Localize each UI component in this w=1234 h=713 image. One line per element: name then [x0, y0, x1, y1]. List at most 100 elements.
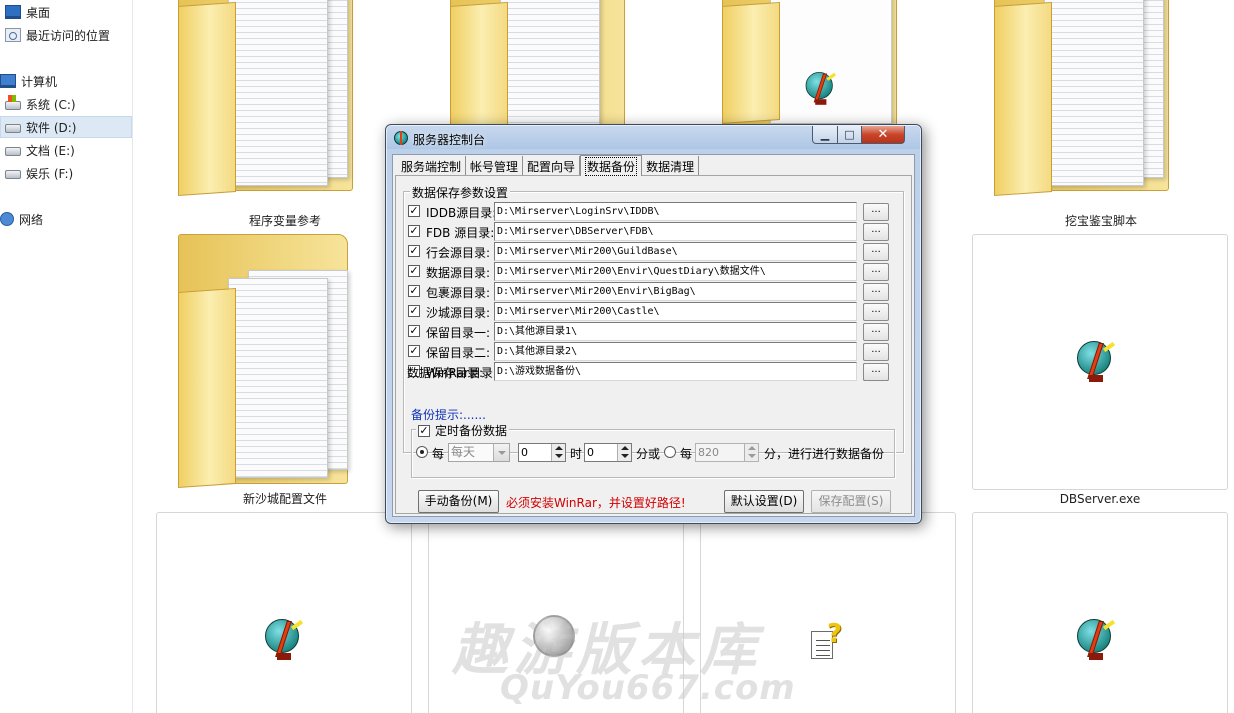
directory-path-input[interactable]: D:\其他源目录2\ — [494, 342, 857, 361]
directory-row: ✓ IDDB源目录: D:\Mirserver\LoginSrv\IDDB\... — [404, 201, 904, 221]
manual-backup-button[interactable]: 手动备份(M) — [418, 490, 499, 513]
dbserver-tile[interactable] — [972, 234, 1228, 490]
folder-icon — [178, 0, 358, 206]
nav-item-drive-f[interactable]: 娱乐 (F:) — [0, 162, 132, 184]
tab-account-management[interactable]: 帐号管理 — [466, 156, 524, 176]
game-server-app-icon — [263, 617, 304, 661]
default-settings-button[interactable]: 默认设置(D) — [724, 490, 804, 513]
directory-row: ✓ 沙城源目录: D:\Mirserver\Mir200\Castle\... — [404, 301, 904, 321]
watermark-english: QuYou667.com — [500, 668, 796, 708]
tile-label: 新沙城配置文件 — [242, 492, 327, 506]
directory-path-input[interactable]: D:\Mirserver\Mir200\Castle\ — [494, 302, 857, 321]
directory-browse-button[interactable]: ... — [863, 303, 889, 321]
save-dir-input[interactable]: D:\游戏数据备份\ — [494, 362, 857, 381]
directory-browse-button[interactable]: ... — [863, 243, 889, 261]
interval-radio[interactable] — [664, 446, 676, 458]
every2-label: 每 — [680, 447, 693, 461]
period-select[interactable]: 每天 — [448, 443, 510, 462]
folder-new-castle[interactable]: 新沙城配置文件 — [160, 234, 410, 508]
schedule-tail-label: 分，进行进行数据备份 — [764, 447, 885, 461]
minute-spinner[interactable]: 0 — [584, 443, 632, 462]
directory-row: ✓ 数据源目录: D:\Mirserver\Mir200\Envir\QuestDi… — [404, 261, 904, 281]
tile-label: 挖宝鉴宝脚本 — [1064, 214, 1137, 228]
directory-enable-checkbox[interactable]: ✓ — [408, 285, 420, 297]
directory-enable-checkbox[interactable]: ✓ — [408, 305, 420, 317]
app-title-icon — [393, 130, 409, 146]
directory-enable-checkbox[interactable]: ✓ — [408, 345, 420, 357]
tab-config-wizard[interactable]: 配置向导 — [523, 156, 581, 176]
tab-data-backup[interactable]: 数据备份 — [580, 155, 643, 176]
directory-enable-checkbox[interactable]: ✓ — [408, 205, 420, 217]
interval-spinner[interactable]: 820 — [695, 443, 759, 462]
directory-browse-button[interactable]: ... — [863, 263, 889, 281]
game-server-app-icon — [804, 70, 837, 105]
nav-item-label: 计算机 — [21, 74, 58, 89]
directory-browse-button[interactable]: ... — [863, 203, 889, 221]
directory-label: 保留目录二: — [426, 346, 491, 360]
nav-item-label: 娱乐 (F:) — [26, 166, 74, 181]
scheduled-backup-title: ✓ 定时备份数据 — [416, 422, 510, 439]
hour-unit-label: 时 — [570, 447, 583, 461]
nav-item-label: 最近访问的位置 — [26, 28, 111, 43]
server-console-window: 服务器控制台 ▁ □ ✕ 服务端控制 帐号管理 配置向导 数据备份 数据清理 数… — [385, 124, 922, 524]
data-backup-panel: 数据保存参数设置 ✓ IDDB源目录: D:\Mirserver\LoginSrv\… — [395, 175, 912, 514]
maximize-button[interactable]: □ — [837, 126, 862, 144]
directory-path-input[interactable]: D:\Mirserver\Mir200\GuildBase\ — [494, 242, 857, 261]
network-icon — [0, 212, 14, 226]
folder-icon — [722, 0, 902, 136]
directory-browse-button[interactable]: ... — [863, 343, 889, 361]
nav-item-drive-e[interactable]: 文档 (E:) — [0, 139, 132, 161]
folder-program-vars[interactable]: 程序变量参考 — [160, 0, 410, 230]
nav-item-label: 文档 (E:) — [26, 143, 75, 158]
nav-item-network[interactable]: 网络 — [0, 208, 132, 230]
navigation-pane: 桌面 最近访问的位置 计算机 系统 (C:) 软件 (D:) 文档 (E:) 娱… — [0, 0, 133, 713]
computer-icon — [0, 74, 16, 88]
dbserver-app-icon — [1075, 339, 1116, 383]
save-config-button[interactable]: 保存配置(S) — [811, 490, 891, 513]
scheduled-backup-checkbox[interactable]: ✓ — [418, 424, 430, 437]
save-dir-row: 数据保存目录: D:\游戏数据备份\ ... — [404, 361, 904, 381]
directory-path-input[interactable]: D:\Mirserver\DBServer\FDB\ — [494, 222, 857, 241]
directory-row: ✓ FDB 源目录: D:\Mirserver\DBServer\FDB\... — [404, 221, 904, 241]
tile-label: 程序变量参考 — [248, 214, 321, 228]
directory-browse-button[interactable]: ... — [863, 283, 889, 301]
save-dir-label: 数据保存目录: — [407, 366, 484, 380]
close-button[interactable]: ✕ — [861, 126, 905, 144]
every-label: 每 — [432, 447, 445, 461]
tab-data-cleanup[interactable]: 数据清理 — [642, 156, 700, 176]
directory-path-input[interactable]: D:\Mirserver\Mir200\Envir\QuestDiary\数据文… — [494, 262, 857, 281]
directory-enable-checkbox[interactable]: ✓ — [408, 245, 420, 257]
directory-row: ✓ 行会源目录: D:\Mirserver\Mir200\GuildBase\... — [404, 241, 904, 261]
drive-e-icon — [5, 147, 21, 156]
directory-enable-checkbox[interactable]: ✓ — [408, 325, 420, 337]
minimize-button[interactable]: ▁ — [812, 126, 838, 144]
folder-icon — [994, 0, 1174, 206]
save-dir-browse-button[interactable]: ... — [863, 363, 889, 381]
nav-item-label: 系统 (C:) — [26, 97, 76, 112]
directory-path-input[interactable]: D:\Mirserver\Mir200\Envir\BigBag\ — [494, 282, 857, 301]
folder-treasure-script[interactable]: 挖宝鉴宝脚本 — [976, 0, 1226, 230]
directory-browse-button[interactable]: ... — [863, 323, 889, 341]
winrar-warning: 必须安装WinRar，并设置好路径! — [506, 496, 686, 510]
directory-row: ✓ 保留目录一: D:\其他源目录1\... — [404, 321, 904, 341]
nav-item-drive-c[interactable]: 系统 (C:) — [0, 93, 132, 115]
nav-item-desktop[interactable]: 桌面 — [0, 1, 132, 23]
nav-item-drive-d[interactable]: 软件 (D:) — [0, 116, 132, 138]
directory-label: 行会源目录: — [426, 246, 491, 260]
hour-spinner[interactable]: 0 — [518, 443, 566, 462]
directory-browse-button[interactable]: ... — [863, 223, 889, 241]
file-tile[interactable] — [972, 512, 1228, 713]
directory-enable-checkbox[interactable]: ✓ — [408, 225, 420, 237]
tab-server-control[interactable]: 服务端控制 — [397, 156, 467, 176]
directory-path-input[interactable]: D:\其他源目录1\ — [494, 322, 857, 341]
nav-item-recent-places[interactable]: 最近访问的位置 — [0, 24, 132, 46]
group-title: 数据保存参数设置 — [410, 184, 511, 201]
directory-label: IDDB源目录: — [426, 206, 497, 220]
directory-path-input[interactable]: D:\Mirserver\LoginSrv\IDDB\ — [494, 202, 857, 221]
drive-f-icon — [5, 170, 21, 179]
file-tile[interactable] — [156, 512, 412, 713]
nav-item-label: 软件 (D:) — [26, 120, 77, 135]
directory-enable-checkbox[interactable]: ✓ — [408, 265, 420, 277]
nav-item-computer[interactable]: 计算机 — [0, 70, 132, 92]
daily-radio[interactable] — [416, 446, 428, 458]
